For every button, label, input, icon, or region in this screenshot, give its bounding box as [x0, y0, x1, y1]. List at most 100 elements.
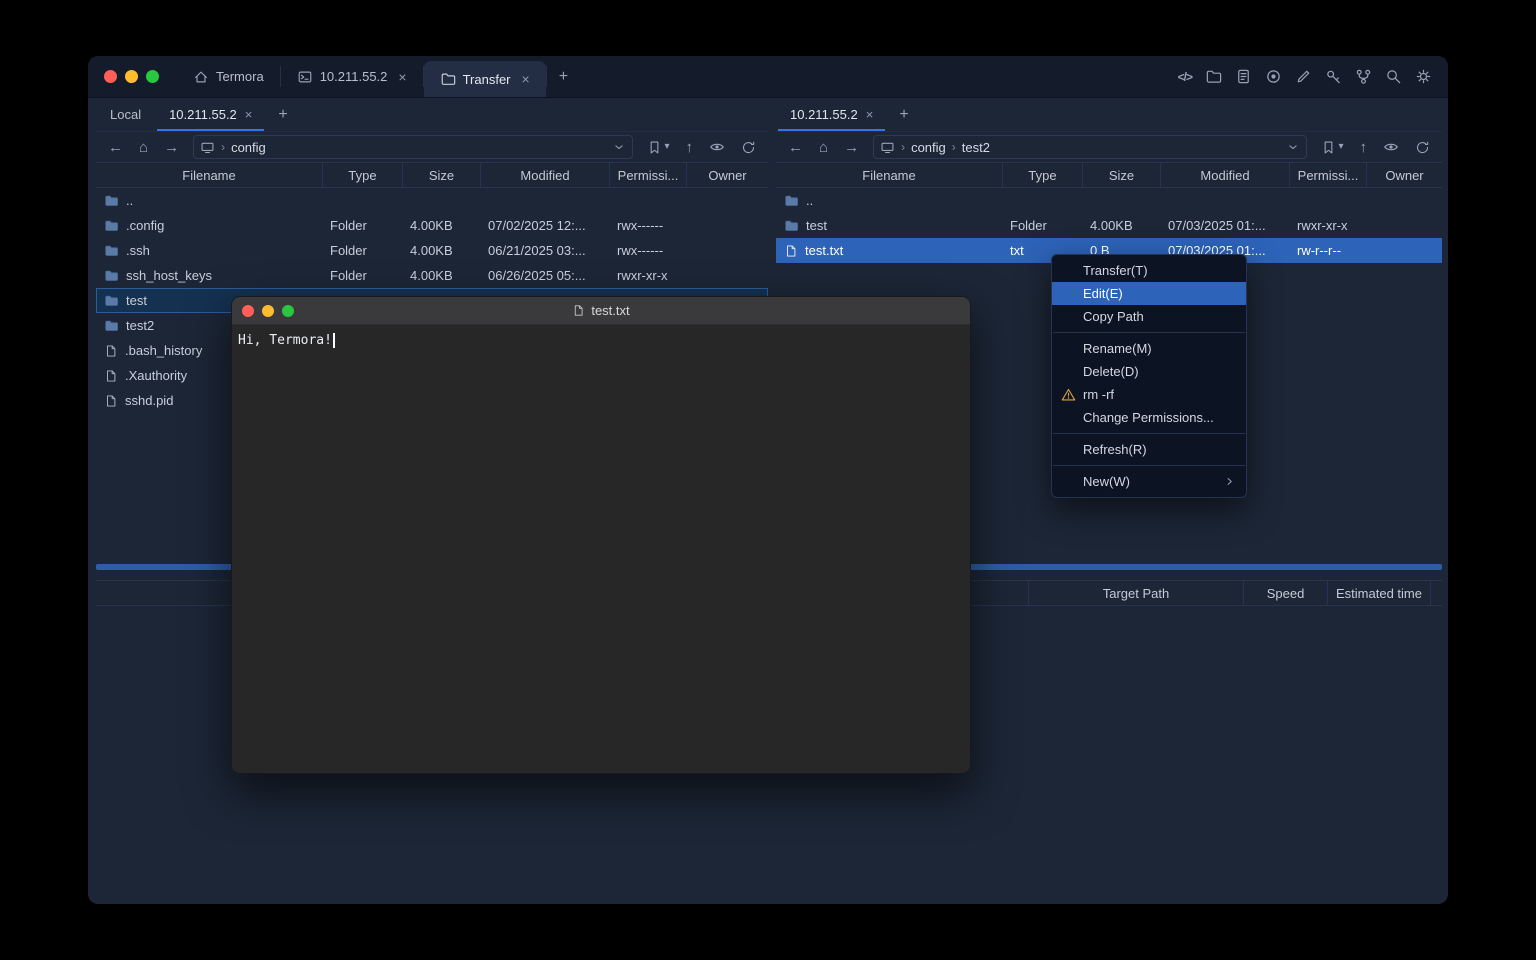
- path-breadcrumb[interactable]: › config: [193, 135, 633, 159]
- column-header-size[interactable]: Size: [402, 163, 480, 187]
- up-directory-button[interactable]: ↑: [680, 138, 700, 157]
- minimize-window-button[interactable]: [125, 70, 138, 83]
- folder-icon: [440, 71, 456, 87]
- tab-transfer[interactable]: Transfer ×: [424, 61, 546, 97]
- tab-termora[interactable]: Termora: [177, 56, 280, 97]
- permissions-cell: rw-r--r--: [1289, 243, 1366, 258]
- column-header-permissions[interactable]: Permissi...: [609, 163, 686, 187]
- table-row[interactable]: test Folder 4.00KB 07/03/2025 01:... rwx…: [776, 213, 1442, 238]
- zoom-editor-button[interactable]: [282, 305, 294, 317]
- edit-icon[interactable]: [1295, 68, 1312, 85]
- minimize-editor-button[interactable]: [262, 305, 274, 317]
- home-button[interactable]: ⌂: [813, 138, 834, 157]
- type-cell: Folder: [322, 268, 402, 283]
- column-header-filename[interactable]: Filename: [776, 163, 1002, 187]
- file-table-header: Filename Type Size Modified Permissi... …: [96, 162, 768, 188]
- close-tab-icon[interactable]: ×: [398, 69, 406, 85]
- show-hidden-button[interactable]: [1377, 137, 1405, 157]
- home-button[interactable]: ⌂: [133, 138, 154, 157]
- column-header-size[interactable]: Size: [1082, 163, 1160, 187]
- chevron-down-icon[interactable]: [1286, 140, 1300, 154]
- column-header-modified[interactable]: Modified: [480, 163, 609, 187]
- table-row[interactable]: ..: [776, 188, 1442, 213]
- size-cell: 4.00KB: [1082, 218, 1160, 233]
- column-header-target-path[interactable]: Target Path: [1028, 581, 1243, 605]
- column-header-estimated-time[interactable]: Estimated time: [1327, 581, 1430, 605]
- right-panel-toolbar: ← ⌂ → › config › test2 ▾ ↑: [776, 132, 1442, 162]
- table-row[interactable]: .config Folder 4.00KB 07/02/2025 12:... …: [96, 213, 768, 238]
- zoom-window-button[interactable]: [146, 70, 159, 83]
- new-panel-tab-button[interactable]: +: [887, 98, 920, 131]
- table-row[interactable]: ..: [96, 188, 768, 213]
- bookmark-button[interactable]: ▾: [641, 138, 675, 157]
- breadcrumb-segment[interactable]: test2: [962, 140, 990, 155]
- file-icon: [784, 244, 798, 258]
- close-tab-icon[interactable]: ×: [866, 107, 874, 122]
- forward-button[interactable]: →: [158, 138, 185, 157]
- queue-header-end: [1430, 581, 1442, 605]
- column-header-owner[interactable]: Owner: [1366, 163, 1442, 187]
- context-menu: Transfer(T) Edit(E) Copy Path Rename(M) …: [1051, 254, 1247, 498]
- new-tab-button[interactable]: +: [547, 56, 580, 97]
- bookmark-button[interactable]: ▾: [1315, 138, 1349, 157]
- folder-icon: [104, 218, 119, 233]
- branch-icon[interactable]: [1355, 68, 1372, 85]
- close-tab-icon[interactable]: ×: [522, 71, 530, 87]
- file-icon: [104, 344, 118, 358]
- breadcrumb-segment[interactable]: config: [231, 140, 266, 155]
- tab-local[interactable]: Local: [96, 98, 155, 131]
- folder-icon[interactable]: [1205, 68, 1222, 85]
- menu-item-transfer[interactable]: Transfer(T): [1052, 259, 1246, 282]
- new-panel-tab-button[interactable]: +: [266, 98, 299, 131]
- record-icon[interactable]: [1265, 68, 1282, 85]
- refresh-button[interactable]: [735, 138, 762, 157]
- file-list-icon[interactable]: [1235, 68, 1252, 85]
- menu-item-change-permissions[interactable]: Change Permissions...: [1052, 406, 1246, 429]
- tab-left-host[interactable]: 10.211.55.2 ×: [155, 98, 266, 131]
- modified-cell: 07/03/2025 01:...: [1160, 218, 1289, 233]
- permissions-cell: rwxr-xr-x: [1289, 218, 1366, 233]
- menu-item-edit[interactable]: Edit(E): [1052, 282, 1246, 305]
- column-header-speed[interactable]: Speed: [1243, 581, 1327, 605]
- key-icon[interactable]: [1325, 68, 1342, 85]
- menu-item-rename[interactable]: Rename(M): [1052, 337, 1246, 360]
- settings-icon[interactable]: [1415, 68, 1432, 85]
- tab-host-session[interactable]: 10.211.55.2 ×: [281, 56, 423, 97]
- titlebar-icons: </>: [1178, 56, 1448, 97]
- breadcrumb-segment[interactable]: config: [911, 140, 946, 155]
- back-button[interactable]: ←: [102, 138, 129, 157]
- close-tab-icon[interactable]: ×: [245, 107, 253, 122]
- column-header-type[interactable]: Type: [322, 163, 402, 187]
- warning-icon: [1061, 387, 1076, 402]
- code-icon[interactable]: </>: [1178, 70, 1192, 84]
- filename-text: test: [806, 218, 827, 233]
- column-header-type[interactable]: Type: [1002, 163, 1082, 187]
- close-window-button[interactable]: [104, 70, 117, 83]
- search-icon[interactable]: [1385, 68, 1402, 85]
- up-directory-button[interactable]: ↑: [1354, 138, 1374, 157]
- refresh-button[interactable]: [1409, 138, 1436, 157]
- back-button[interactable]: ←: [782, 138, 809, 157]
- close-editor-button[interactable]: [242, 305, 254, 317]
- editor-content[interactable]: Hi, Termora!: [232, 325, 970, 773]
- column-header-owner[interactable]: Owner: [686, 163, 768, 187]
- permissions-cell: rwxr-xr-x: [609, 268, 686, 283]
- menu-item-refresh[interactable]: Refresh(R): [1052, 438, 1246, 461]
- forward-button[interactable]: →: [838, 138, 865, 157]
- column-header-permissions[interactable]: Permissi...: [1289, 163, 1366, 187]
- menu-item-delete[interactable]: Delete(D): [1052, 360, 1246, 383]
- menu-item-rm-rf[interactable]: rm -rf: [1052, 383, 1246, 406]
- tab-right-host[interactable]: 10.211.55.2 ×: [776, 98, 887, 131]
- filename-text: test2: [126, 318, 154, 333]
- table-row[interactable]: ssh_host_keys Folder 4.00KB 06/26/2025 0…: [96, 263, 768, 288]
- computer-icon: [880, 140, 895, 155]
- menu-item-new[interactable]: New(W): [1052, 470, 1246, 493]
- editor-titlebar[interactable]: test.txt: [232, 297, 970, 325]
- column-header-modified[interactable]: Modified: [1160, 163, 1289, 187]
- column-header-filename[interactable]: Filename: [96, 163, 322, 187]
- chevron-down-icon[interactable]: [612, 140, 626, 154]
- path-breadcrumb[interactable]: › config › test2: [873, 135, 1307, 159]
- menu-item-copy-path[interactable]: Copy Path: [1052, 305, 1246, 328]
- show-hidden-button[interactable]: [703, 137, 731, 157]
- table-row[interactable]: .ssh Folder 4.00KB 06/21/2025 03:... rwx…: [96, 238, 768, 263]
